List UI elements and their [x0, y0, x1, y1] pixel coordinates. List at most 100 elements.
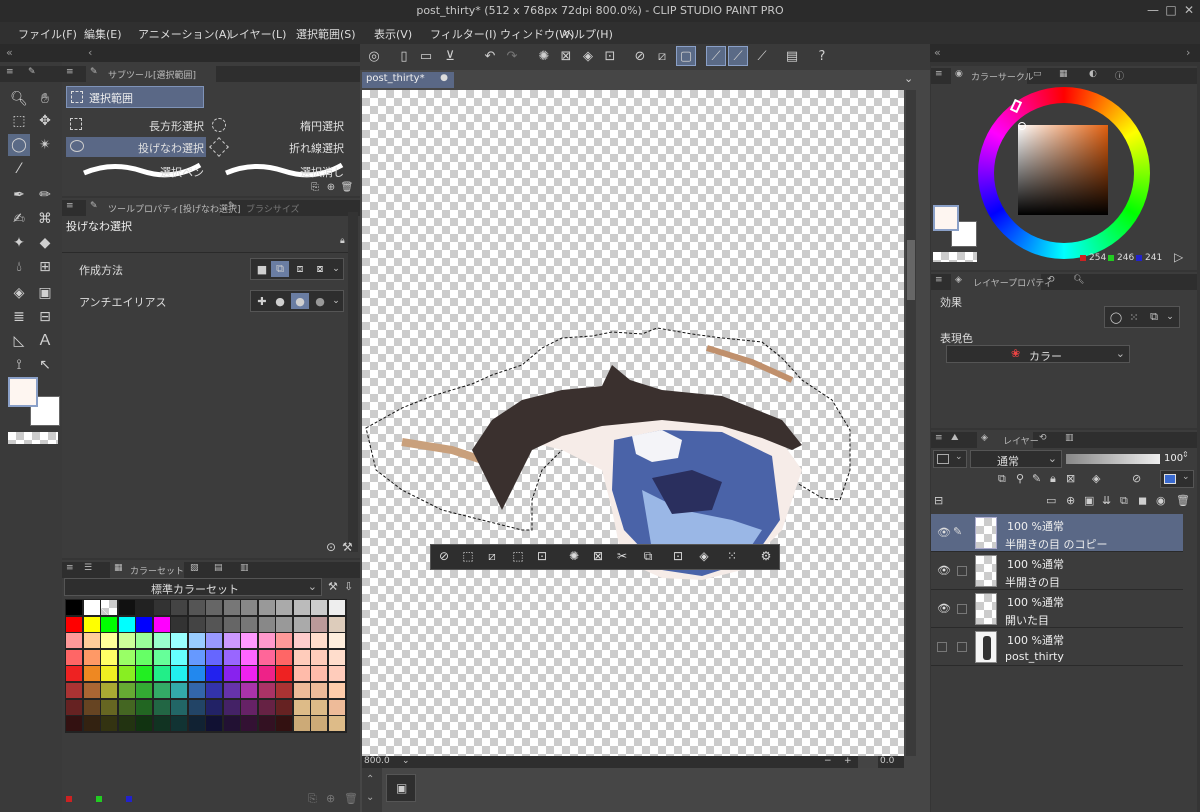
- menu-edit[interactable]: 編集(E): [84, 26, 122, 42]
- color-swatch[interactable]: [258, 683, 275, 698]
- eye-icon[interactable]: 👁︎: [937, 602, 951, 615]
- hand-tool-icon[interactable]: ✋︎: [34, 88, 56, 110]
- color-swatch[interactable]: [171, 633, 187, 649]
- colorset-select[interactable]: 標準カラーセット ⌄: [64, 578, 322, 596]
- combine-layer-icon[interactable]: ⧉: [1120, 494, 1128, 508]
- split-panel-icon[interactable]: ⊟: [934, 494, 943, 507]
- color-swatch[interactable]: [101, 683, 117, 698]
- color-swatch[interactable]: [258, 649, 275, 665]
- color-swatch[interactable]: [83, 683, 100, 698]
- collapse-left-icon[interactable]: «: [6, 46, 13, 59]
- zoom-slider[interactable]: [858, 756, 878, 768]
- zoom-out-icon[interactable]: ⌄: [402, 756, 410, 766]
- add-color-icon[interactable]: ⊕: [326, 792, 335, 805]
- figure-tool-icon[interactable]: ≣: [8, 306, 30, 328]
- color-swatch[interactable]: [328, 716, 345, 732]
- color-swatch[interactable]: [171, 616, 187, 632]
- color-swatch[interactable]: [118, 683, 135, 698]
- timeline-toggle[interactable]: ▣: [386, 774, 416, 802]
- color-swatch[interactable]: [136, 666, 152, 682]
- wrench-icon[interactable]: ⚒: [328, 580, 338, 593]
- color-swatch[interactable]: [66, 699, 82, 715]
- clip-studio-icon[interactable]: ◎: [364, 46, 384, 66]
- color-swatch[interactable]: [241, 683, 257, 698]
- color-swatch[interactable]: [101, 716, 117, 732]
- menu-icon[interactable]: ≡: [935, 69, 943, 79]
- color-swatch[interactable]: [223, 600, 240, 615]
- gradient-tool-icon[interactable]: ▣: [34, 282, 56, 304]
- color-swatch[interactable]: [83, 600, 100, 615]
- subtool-select-eraser[interactable]: 選択消し: [208, 159, 348, 179]
- color-swatch[interactable]: [101, 666, 117, 682]
- subtool-polyline-select[interactable]: 折れ線選択: [208, 137, 348, 157]
- intermediate-color-tab-icon[interactable]: ▧: [190, 563, 199, 573]
- color-swatch[interactable]: [328, 683, 345, 698]
- deselect-icon[interactable]: ⊘: [433, 545, 455, 567]
- transparent-color-swatch[interactable]: [8, 432, 58, 444]
- launcher-settings-icon[interactable]: ⚙: [755, 545, 777, 567]
- color-swatch[interactable]: [223, 699, 240, 715]
- transform-icon[interactable]: ⊡: [667, 545, 689, 567]
- layer-color-effect-icon[interactable]: ⧉: [1145, 309, 1163, 325]
- color-swatch[interactable]: [118, 616, 135, 632]
- color-swatch[interactable]: [311, 683, 327, 698]
- fill-tool-icon[interactable]: ◈: [8, 282, 30, 304]
- close-tab-icon[interactable]: ●: [440, 73, 448, 83]
- colorset-tab-label[interactable]: カラーセット: [130, 564, 184, 577]
- color-swatch[interactable]: [293, 600, 310, 615]
- invert-selection-icon[interactable]: ⧄: [652, 46, 672, 66]
- color-swatch[interactable]: [276, 699, 292, 715]
- ruler-display-icon[interactable]: ⊘: [1132, 472, 1141, 485]
- color-swatch[interactable]: [241, 649, 257, 665]
- color-swatch[interactable]: [206, 666, 222, 682]
- chevron-down-icon[interactable]: ⌄: [904, 72, 913, 85]
- angle-value[interactable]: 0.0: [880, 756, 894, 766]
- approx-color-tab-icon[interactable]: ▤: [214, 563, 223, 573]
- layer-color-toggle[interactable]: ⌄: [1160, 470, 1194, 488]
- opacity-slider[interactable]: [1066, 454, 1160, 464]
- color-swatch[interactable]: [293, 649, 310, 665]
- menu-animation[interactable]: アニメーション(A): [138, 26, 231, 42]
- color-swatch[interactable]: [223, 666, 240, 682]
- eraser-tool-icon[interactable]: ◆: [34, 232, 56, 254]
- correct-line-tool-icon[interactable]: ↖: [34, 354, 56, 376]
- color-swatch[interactable]: [83, 666, 100, 682]
- color-swatch[interactable]: [241, 616, 257, 632]
- opacity-value[interactable]: 100: [1164, 453, 1183, 464]
- color-swatch[interactable]: [101, 699, 117, 715]
- color-swatch[interactable]: [293, 666, 310, 682]
- new-vector-layer-icon[interactable]: ⊕: [1066, 494, 1075, 507]
- transfer-layer-icon[interactable]: ⇊: [1102, 494, 1111, 507]
- open-folder-icon[interactable]: ▭: [416, 46, 436, 66]
- color-swatch[interactable]: [171, 716, 187, 732]
- color-swatch[interactable]: [241, 716, 257, 732]
- color-swatch[interactable]: [66, 616, 82, 632]
- color-swatch[interactable]: [153, 649, 170, 665]
- operation-tool-icon[interactable]: ⬚: [8, 110, 30, 132]
- lock-icon[interactable]: 🔒︎: [340, 236, 345, 246]
- chevron-down-icon[interactable]: ⌄: [1163, 310, 1177, 324]
- color-swatch[interactable]: [153, 699, 170, 715]
- color-swatch[interactable]: [66, 716, 82, 732]
- color-swatch[interactable]: [66, 666, 82, 682]
- visibility-checkbox[interactable]: [937, 642, 947, 652]
- replace-color-icon[interactable]: ⎘: [308, 792, 317, 806]
- subtract-selection-icon[interactable]: ⧈: [291, 261, 309, 277]
- color-swatch[interactable]: [136, 616, 152, 632]
- add-selection-icon[interactable]: ⧉: [271, 261, 289, 277]
- lock-transparency-icon[interactable]: ⊠: [1066, 472, 1075, 485]
- color-swatch[interactable]: [311, 616, 327, 632]
- color-swatch[interactable]: [171, 600, 187, 615]
- layer-search-tab-icon[interactable]: ⟲: [1047, 275, 1055, 285]
- auto-action-tab-icon[interactable]: ▥: [1065, 433, 1074, 443]
- text-tool-icon[interactable]: A: [34, 330, 56, 352]
- tone-effect-icon[interactable]: ⁙: [1125, 309, 1143, 325]
- snap-grid-icon[interactable]: ⟋: [752, 46, 772, 66]
- color-swatch[interactable]: [328, 649, 345, 665]
- color-swatch[interactable]: [328, 666, 345, 682]
- new-folder-icon[interactable]: ▣: [1084, 494, 1094, 507]
- color-swatch[interactable]: [136, 699, 152, 715]
- undo-icon[interactable]: ↶: [480, 46, 500, 66]
- balloon-tool-icon[interactable]: ⟟: [8, 354, 30, 376]
- color-mode-icon[interactable]: ▷: [1174, 250, 1183, 264]
